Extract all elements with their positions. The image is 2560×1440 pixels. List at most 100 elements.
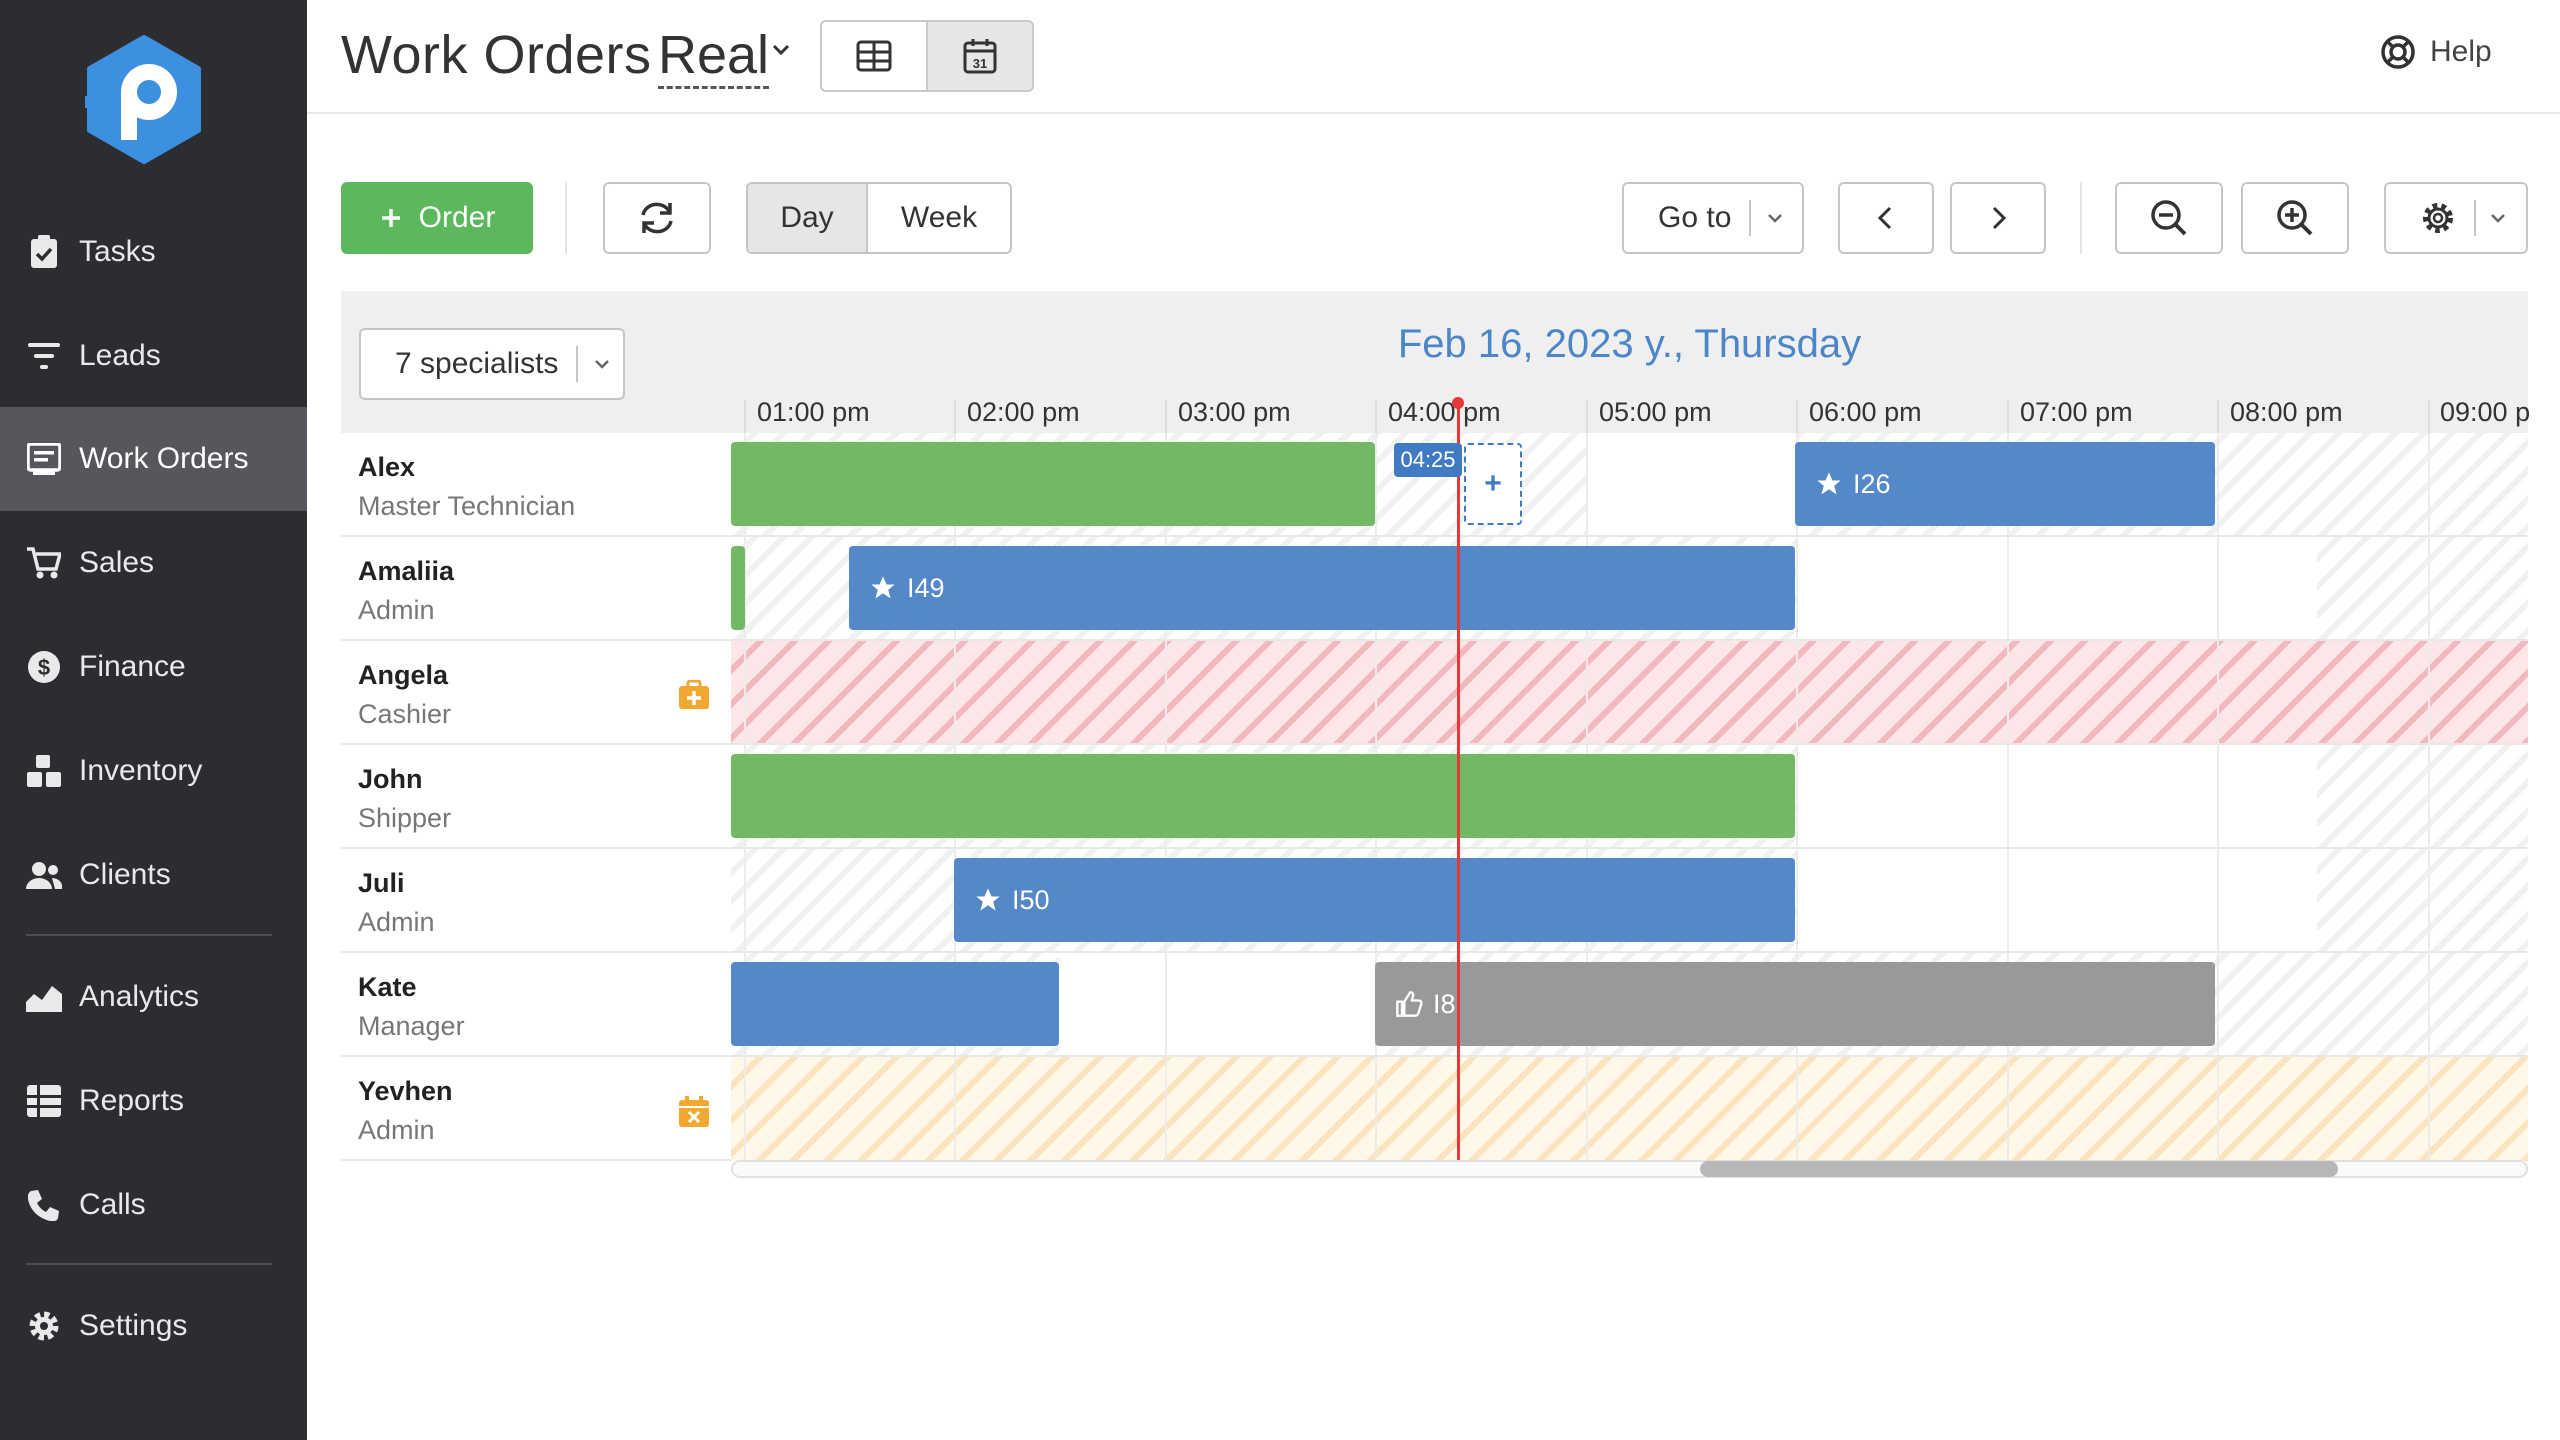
sidebar-item-label: Sales <box>79 546 155 579</box>
sidebar-item-settings[interactable]: Settings <box>0 1274 307 1378</box>
add-order-button[interactable]: Order <box>341 182 533 254</box>
resource-name: Yevhen <box>358 1076 453 1106</box>
timeline-grid[interactable]: I26 I49 I50 I8 <box>731 433 2528 1161</box>
view-mode-select[interactable]: Real <box>658 24 770 89</box>
refresh-icon <box>641 202 673 234</box>
hour-gridline <box>1796 433 1798 1161</box>
boxes-icon <box>26 753 62 789</box>
sidebar-item-inventory[interactable]: Inventory <box>0 719 307 823</box>
table-view-button[interactable] <box>822 22 926 90</box>
resource-name: Amaliia <box>358 556 455 586</box>
current-time-marker <box>1452 397 1464 409</box>
current-time-label: 04:25 <box>1394 443 1462 477</box>
sidebar-item-label: Analytics <box>79 980 200 1013</box>
sidebar-item-label: Work Orders <box>79 442 249 475</box>
sidebar-item-tasks[interactable]: Tasks <box>0 200 307 304</box>
lifebuoy-icon <box>2381 35 2415 69</box>
chevron-down-icon[interactable] <box>770 38 792 60</box>
page-title: Work Orders <box>341 25 652 85</box>
sidebar: Tasks Leads Work Orders Sales $ Finance … <box>0 0 307 1440</box>
resource-row-angela[interactable]: Angela Cashier <box>358 656 451 734</box>
help-link[interactable]: Help <box>2380 34 2492 70</box>
table-icon <box>856 40 892 72</box>
order-bar-i26[interactable]: I26 <box>1795 442 2215 526</box>
order-bar-amaliia-block[interactable] <box>731 546 745 630</box>
gear-icon <box>2423 203 2453 233</box>
resource-name: Kate <box>358 972 417 1002</box>
settings-dropdown[interactable] <box>2384 182 2528 254</box>
week-view-button[interactable]: Week <box>868 184 1010 252</box>
order-number: I26 <box>1853 468 1891 499</box>
hour-tick <box>954 400 956 434</box>
goto-divider <box>1749 200 1752 236</box>
resource-row-alex[interactable]: Alex Master Technician <box>358 448 575 526</box>
time-label: 03:00 pm <box>1178 397 1291 427</box>
work-orders-icon <box>26 441 62 477</box>
sidebar-item-finance[interactable]: $ Finance <box>0 615 307 719</box>
add-order-slot-button[interactable]: + <box>1464 443 1522 525</box>
goto-label: Go to <box>1658 201 1732 234</box>
zoom-in-icon <box>2277 200 2313 236</box>
zoom-in-button[interactable] <box>2241 182 2349 254</box>
order-bar-i50[interactable]: I50 <box>954 858 1795 942</box>
time-label: 05:00 pm <box>1599 397 1712 427</box>
specialists-filter[interactable]: 7 specialists <box>359 328 625 400</box>
goto-dropdown[interactable]: Go to <box>1622 182 1804 254</box>
free-slot <box>1797 537 2317 639</box>
scrollbar-thumb[interactable] <box>1700 1161 2338 1177</box>
sidebar-item-reports[interactable]: Reports <box>0 1049 307 1153</box>
sidebar-item-work-orders[interactable]: Work Orders <box>0 407 307 511</box>
sidebar-item-calls[interactable]: Calls <box>0 1153 307 1257</box>
next-day-button[interactable] <box>1950 182 2046 254</box>
calendar-view-button[interactable]: 31 <box>926 22 1032 90</box>
order-bar-alex-block[interactable] <box>731 442 1375 526</box>
resource-row-juli[interactable]: Juli Admin <box>358 864 435 942</box>
hour-gridline <box>2217 433 2219 1161</box>
order-bar-i8[interactable]: I8 <box>1375 962 2215 1046</box>
resource-role: Admin <box>358 595 435 625</box>
resource-row-amaliia[interactable]: Amaliia Admin <box>358 552 454 630</box>
star-icon <box>1815 470 1843 498</box>
zoom-out-icon <box>2151 200 2187 236</box>
app-logo[interactable] <box>85 34 203 164</box>
sidebar-item-clients[interactable]: Clients <box>0 823 307 927</box>
order-bar-i49[interactable]: I49 <box>849 546 1795 630</box>
resource-role: Admin <box>358 907 435 937</box>
sidebar-item-label: Clients <box>79 858 171 891</box>
resource-role: Master Technician <box>358 491 576 521</box>
time-label: 04:00 pm <box>1388 397 1501 427</box>
resource-row-yevhen[interactable]: Yevhen Admin <box>358 1072 453 1150</box>
free-slot <box>1059 953 1375 1055</box>
sidebar-item-label: Calls <box>79 1188 146 1221</box>
hour-tick <box>2428 400 2430 434</box>
refresh-button[interactable] <box>603 182 711 254</box>
sidebar-item-label: Finance <box>79 650 186 683</box>
hour-tick <box>1165 400 1167 434</box>
zoom-out-button[interactable] <box>2115 182 2223 254</box>
order-bar-john-block[interactable] <box>731 754 1795 838</box>
chevron-left-icon <box>1877 206 1892 230</box>
chevron-right-icon <box>1992 206 2007 230</box>
sidebar-item-analytics[interactable]: Analytics <box>0 945 307 1049</box>
toolbar-divider <box>565 182 567 254</box>
resource-row-kate[interactable]: Kate Manager <box>358 968 465 1046</box>
sidebar-divider <box>26 1263 272 1265</box>
day-view-button[interactable]: Day <box>748 184 868 252</box>
prev-day-button[interactable] <box>1838 182 1934 254</box>
resource-row-john[interactable]: John Shipper <box>358 760 451 838</box>
order-number: I49 <box>907 572 945 603</box>
specialists-label: 7 specialists <box>395 347 559 380</box>
resource-name: Juli <box>358 868 405 898</box>
resource-role: Manager <box>358 1011 465 1041</box>
plus-icon <box>381 209 400 227</box>
sidebar-item-sales[interactable]: Sales <box>0 511 307 615</box>
hour-tick <box>2007 400 2009 434</box>
funnel-icon <box>26 338 62 374</box>
order-bar-kate-block[interactable] <box>731 962 1059 1046</box>
resource-role: Admin <box>358 1115 435 1145</box>
sidebar-item-leads[interactable]: Leads <box>0 304 307 408</box>
day-week-toggle: Day Week <box>746 182 1012 254</box>
resource-name: Angela <box>358 660 449 690</box>
time-label: 01:00 pm <box>757 397 870 427</box>
free-slot <box>1797 745 2317 847</box>
